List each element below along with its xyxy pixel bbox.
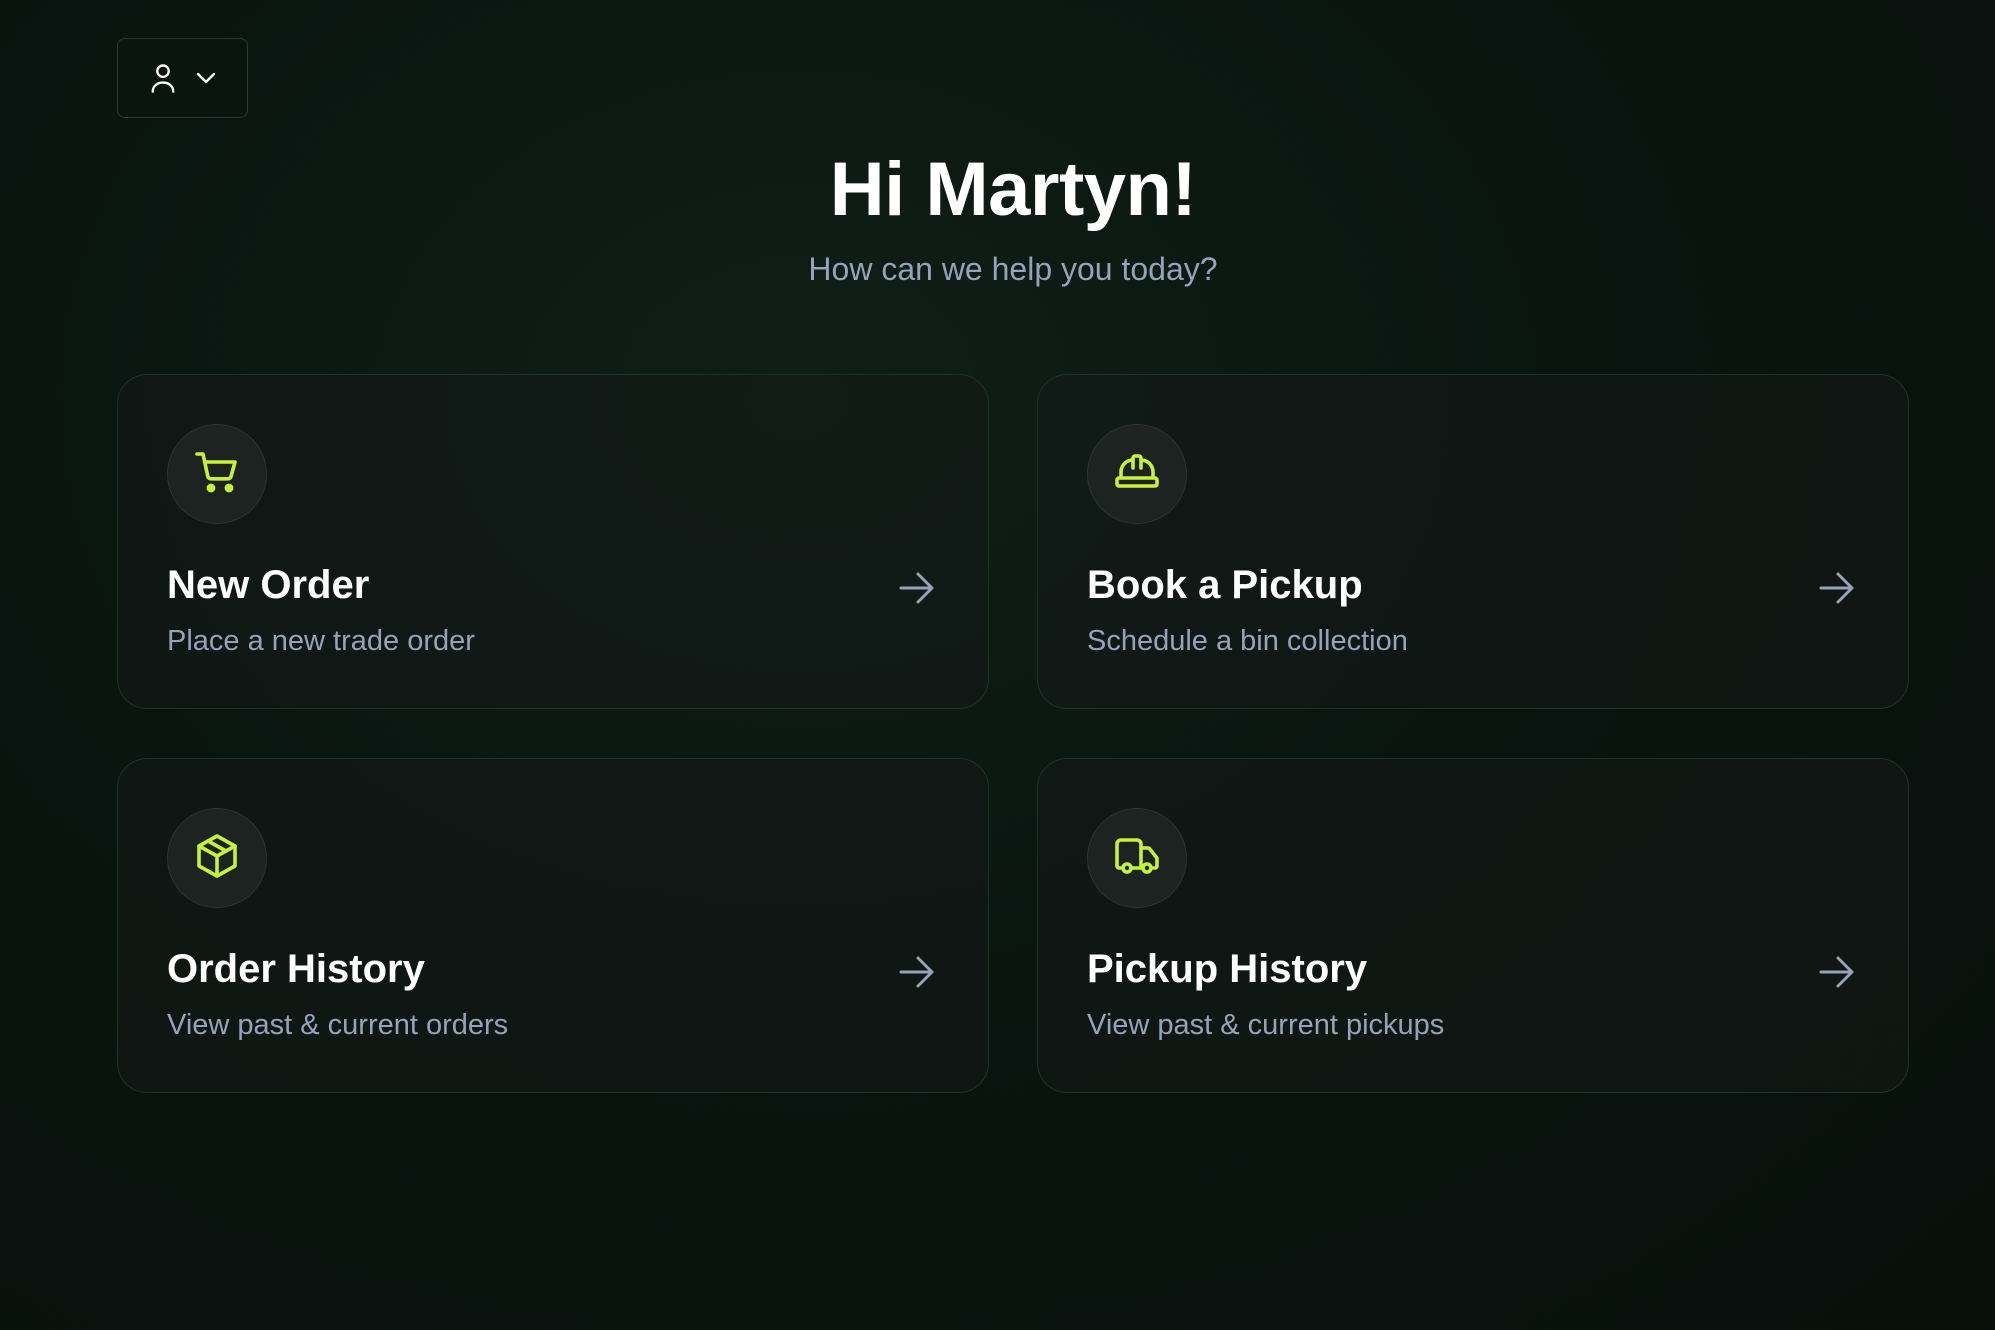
action-cards-grid: New Order Place a new trade order Book a… xyxy=(117,374,1909,1093)
card-title: New Order xyxy=(167,563,370,607)
card-description: Place a new trade order xyxy=(167,625,475,657)
user-menu-button[interactable] xyxy=(117,38,248,118)
package-icon xyxy=(193,832,241,885)
page-subtitle: How can we help you today? xyxy=(808,251,1218,287)
cart-icon xyxy=(193,448,241,501)
card-description: Schedule a bin collection xyxy=(1087,625,1408,657)
icon-badge xyxy=(167,424,267,524)
order-history-card[interactable]: Order History View past & current orders xyxy=(117,758,989,1093)
pickup-history-card[interactable]: Pickup History View past & current picku… xyxy=(1037,758,1909,1093)
truck-icon xyxy=(1113,832,1161,885)
arrow-right-icon xyxy=(1818,571,1856,610)
arrow-right-icon xyxy=(898,571,936,610)
card-description: View past & current pickups xyxy=(1087,1009,1445,1041)
arrow-right-icon xyxy=(1818,955,1856,994)
icon-badge xyxy=(1087,808,1187,908)
card-title: Pickup History xyxy=(1087,947,1368,991)
page-title: Hi Martyn! xyxy=(829,147,1197,232)
book-pickup-card[interactable]: Book a Pickup Schedule a bin collection xyxy=(1037,374,1909,709)
arrow-right-icon xyxy=(898,955,936,994)
icon-badge xyxy=(1087,424,1187,524)
hard-hat-icon xyxy=(1113,448,1161,501)
new-order-card[interactable]: New Order Place a new trade order xyxy=(117,374,989,709)
welcome-header: Hi Martyn! How can we help you today? xyxy=(0,140,1995,290)
card-description: View past & current orders xyxy=(167,1009,509,1041)
icon-badge xyxy=(167,808,267,908)
chevron-down-icon xyxy=(195,71,217,85)
user-icon xyxy=(149,62,177,94)
card-title: Order History xyxy=(167,947,425,991)
card-title: Book a Pickup xyxy=(1087,563,1363,607)
